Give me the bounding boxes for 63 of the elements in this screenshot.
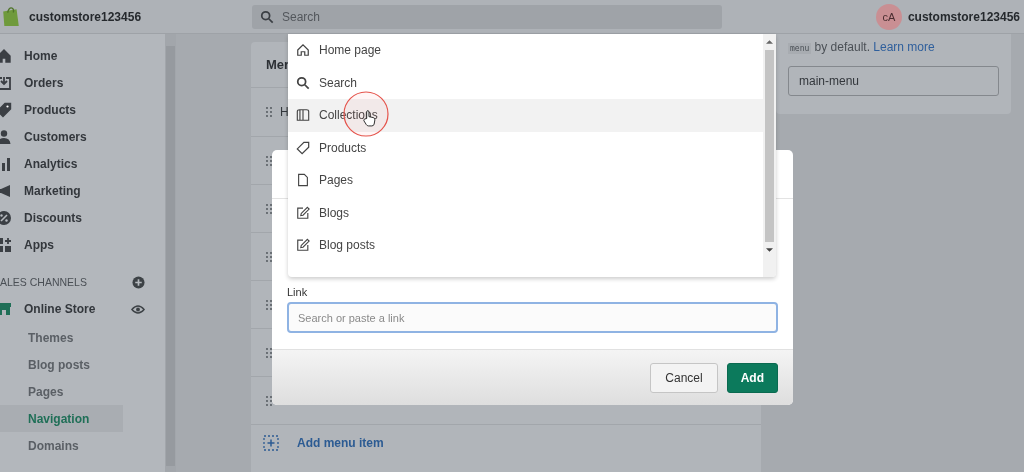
scrollbar[interactable]: [763, 34, 776, 277]
home-icon: [0, 47, 12, 64]
channel-link[interactable]: Online Store: [24, 302, 123, 316]
scroll-down-icon[interactable]: [766, 247, 773, 253]
tag-icon: [0, 101, 12, 118]
drag-handle-icon[interactable]: [266, 395, 272, 406]
book-icon: [296, 108, 310, 123]
apps-icon: [0, 236, 12, 253]
home-icon: [296, 43, 310, 58]
person-icon: [0, 128, 12, 145]
megaphone-icon: [0, 182, 12, 199]
shopping-bag-logo: [2, 6, 20, 27]
add-menu-item-link[interactable]: Add menu item: [297, 436, 384, 450]
nav-item[interactable]: Orders: [0, 69, 165, 96]
search-icon: [260, 9, 274, 24]
nav-item[interactable]: Products: [0, 96, 165, 123]
link-label: Link: [287, 286, 309, 298]
page-icon: [296, 173, 310, 188]
section-heading: ALES CHANNELS: [0, 276, 87, 288]
nav-item[interactable]: Analytics: [0, 150, 165, 177]
scroll-up-icon[interactable]: [766, 39, 773, 45]
link-field[interactable]: Search or paste a link: [287, 302, 778, 333]
drag-handle-icon[interactable]: [266, 299, 272, 310]
learn-more-link[interactable]: Learn more: [873, 40, 935, 54]
add-icon: [263, 435, 279, 451]
nav-subitem[interactable]: Pages: [0, 378, 123, 405]
search-field[interactable]: Search: [252, 4, 722, 29]
edit-icon: [296, 205, 310, 220]
handle-description: menu by default. Learn more: [788, 40, 936, 54]
nav-subitem[interactable]: Domains: [0, 432, 123, 459]
nav-item[interactable]: Apps: [0, 231, 165, 258]
eye-icon[interactable]: [131, 302, 145, 316]
add-icon[interactable]: [132, 275, 145, 289]
nav-item[interactable]: Home: [0, 42, 165, 69]
nav-item[interactable]: Customers: [0, 123, 165, 150]
bar-chart-icon: [0, 155, 12, 172]
cancel-button[interactable]: Cancel: [650, 362, 718, 393]
dropdown-option[interactable]: Pages: [288, 164, 763, 197]
search-icon: [296, 75, 310, 90]
dropdown-option[interactable]: Products: [288, 131, 763, 164]
drag-handle-icon[interactable]: [266, 347, 272, 358]
dropdown-option[interactable]: Blog posts: [288, 229, 763, 262]
drag-handle-icon[interactable]: [266, 155, 272, 166]
search-placeholder: Search: [282, 9, 321, 24]
store-name: customstore123456: [29, 9, 142, 24]
inbox-icon: [0, 74, 12, 91]
nav-item[interactable]: Marketing: [0, 177, 165, 204]
drag-handle-icon[interactable]: [266, 203, 272, 214]
scrollbar[interactable]: [165, 34, 176, 472]
edit-icon: [296, 238, 310, 253]
nav-item[interactable]: Discounts: [0, 204, 165, 231]
nav-subitem[interactable]: Themes: [0, 324, 123, 351]
tag-icon: [296, 140, 310, 155]
menu-item-label: H: [280, 105, 289, 119]
dropdown-option[interactable]: Blogs: [288, 196, 763, 229]
drag-handle-icon[interactable]: [266, 107, 272, 117]
storefront-icon: [0, 301, 12, 317]
drag-handle-icon[interactable]: [266, 251, 272, 262]
nav-subitem[interactable]: Blog posts: [0, 351, 123, 378]
add-button[interactable]: Add: [726, 362, 778, 393]
handle-field[interactable]: main-menu: [788, 66, 999, 96]
avatar[interactable]: cA: [875, 3, 902, 30]
account-name[interactable]: customstore123456: [907, 9, 1020, 24]
